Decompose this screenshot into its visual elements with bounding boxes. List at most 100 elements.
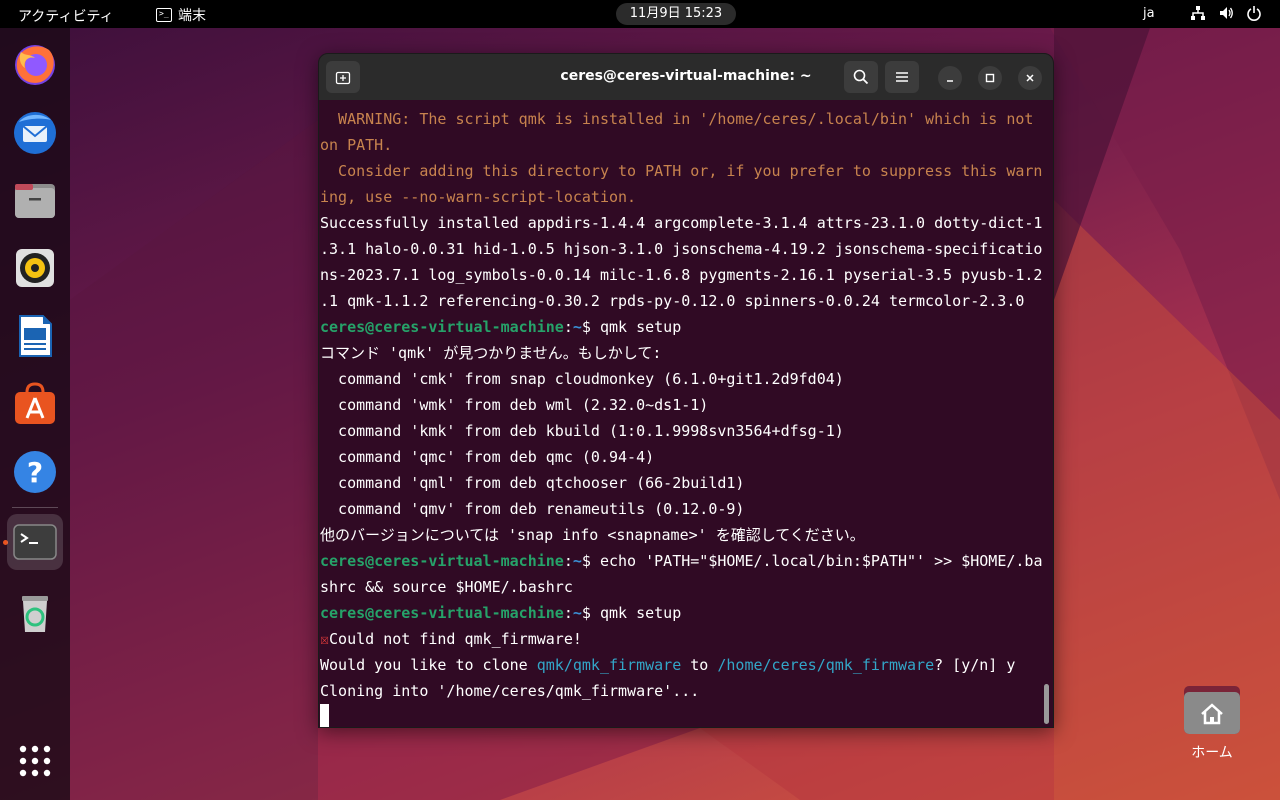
- terminal-scrollbar[interactable]: [1044, 684, 1049, 724]
- terminal-icon: [13, 524, 57, 560]
- command-text: echo 'PATH="$HOME/.local/bin:$PATH"' >> …: [599, 552, 1043, 570]
- terminal-line: on PATH.: [320, 136, 393, 154]
- dock-item-help[interactable]: ?: [7, 444, 63, 500]
- prompt-separator: :: [563, 552, 573, 570]
- terminal-line: command 'qmv' from deb renameutils (0.12…: [320, 500, 745, 518]
- new-tab-icon: [335, 71, 351, 85]
- command-text: qmk setup: [599, 604, 682, 622]
- close-icon: [1026, 74, 1034, 82]
- terminal-line: WARNING: The script qmk is installed in …: [320, 110, 1034, 128]
- minimize-icon: [947, 80, 953, 82]
- prompt-user: ceres@ceres-virtual-machine: [320, 604, 564, 622]
- desktop-home-folder[interactable]: ホーム: [1172, 680, 1252, 762]
- text-cursor: [320, 704, 329, 727]
- clone-text: Would you like to clone: [320, 656, 537, 674]
- prompt-path: ~: [572, 604, 582, 622]
- clone-text: to: [681, 656, 718, 674]
- error-text: Could not find qmk_firmware!: [329, 630, 582, 648]
- error-line: ☒Could not find qmk_firmware!: [320, 626, 1044, 652]
- hamburger-menu-icon: [896, 72, 908, 82]
- dock-item-thunderbird[interactable]: [7, 104, 63, 160]
- terminal-line: command 'wmk' from deb wml (2.32.0~ds1-1…: [320, 396, 709, 414]
- command-text: qmk setup: [599, 318, 682, 336]
- home-folder-icon: [1184, 680, 1240, 736]
- terminal-line: command 'qml' from deb qtchooser (66-2bu…: [320, 474, 745, 492]
- thunderbird-icon: [14, 112, 56, 154]
- terminal-line: Successfully installed appdirs-1.4.4 arg…: [320, 214, 1043, 232]
- app-center-icon: [15, 382, 55, 424]
- terminal-window[interactable]: ceres@ceres-virtual-machine: ~ WARNING: …: [318, 53, 1054, 728]
- minimize-button[interactable]: [938, 66, 962, 90]
- power-icon: [1247, 6, 1261, 21]
- system-tray[interactable]: [1190, 5, 1262, 21]
- terminal-line: 他のバージョンについては 'snap info <snapname>' を確認し…: [320, 526, 865, 544]
- prompt-separator: :: [563, 318, 573, 336]
- rhythmbox-icon: [16, 249, 54, 287]
- terminal-mini-icon: >_: [156, 8, 172, 22]
- terminal-line: Cloning into '/home/ceres/qmk_firmware'.…: [320, 682, 700, 700]
- new-tab-button[interactable]: [326, 61, 360, 93]
- help-icon: ?: [14, 451, 56, 493]
- dock-item-trash[interactable]: [7, 584, 63, 640]
- terminal-line: .3.1 halo-0.0.31 hid-1.0.5 hjson-3.1.0 j…: [320, 240, 1043, 258]
- search-icon: [853, 69, 869, 85]
- terminal-line: Consider adding this directory to PATH o…: [320, 162, 1043, 180]
- clone-text: ? [y/n] y: [934, 656, 1016, 674]
- prompt-dollar: $: [581, 604, 600, 622]
- terminal-line: .1 qmk-1.1.2 referencing-0.30.2 rpds-py-…: [320, 292, 1025, 310]
- dock-item-files[interactable]: [7, 172, 63, 228]
- dock-item-app-center[interactable]: [7, 376, 63, 432]
- prompt-line: ceres@ceres-virtual-machine:~$ qmk setup: [320, 600, 1044, 626]
- prompt-line: ceres@ceres-virtual-machine:~$ echo 'PAT…: [320, 548, 1044, 574]
- clock-button[interactable]: 11月9日 15:23: [616, 3, 736, 25]
- prompt-path: ~: [572, 318, 582, 336]
- trash-icon: [22, 596, 48, 632]
- search-button[interactable]: [844, 61, 878, 93]
- firefox-icon: [15, 45, 55, 85]
- app-menu[interactable]: >_ 端末: [156, 5, 206, 25]
- terminal-titlebar[interactable]: ceres@ceres-virtual-machine: ~: [319, 54, 1053, 100]
- repo-link[interactable]: qmk/qmk_firmware: [537, 656, 682, 674]
- prompt-dollar: $: [581, 552, 600, 570]
- terminal-line: command 'kmk' from deb kbuild (1:0.1.999…: [320, 422, 844, 440]
- volume-icon: [1220, 7, 1233, 19]
- network-icon: [1191, 6, 1205, 20]
- terminal-line: ing, use --no-warn-script-location.: [320, 188, 637, 206]
- prompt-user: ceres@ceres-virtual-machine: [320, 552, 564, 570]
- terminal-line: コマンド 'qmk' が見つかりません。もしかして:: [320, 344, 662, 362]
- close-button[interactable]: [1018, 66, 1042, 90]
- prompt-line: ceres@ceres-virtual-machine:~$ qmk setup: [320, 314, 1044, 340]
- app-menu-label: 端末: [178, 8, 206, 24]
- home-folder-label: ホーム: [1191, 745, 1233, 761]
- path-link[interactable]: /home/ceres/qmk_firmware: [717, 656, 934, 674]
- terminal-line: command 'cmk' from snap cloudmonkey (6.1…: [320, 370, 844, 388]
- prompt-separator: :: [563, 604, 573, 622]
- terminal-output[interactable]: WARNING: The script qmk is installed in …: [320, 106, 1044, 727]
- maximize-button[interactable]: [978, 66, 1002, 90]
- terminal-line: command 'qmc' from deb qmc (0.94-4): [320, 448, 655, 466]
- top-bar: アクティビティ >_ 端末 11月9日 15:23 ja: [0, 0, 1280, 28]
- maximize-icon: [985, 73, 995, 83]
- terminal-line: shrc && source $HOME/.bashrc: [320, 578, 573, 596]
- show-apps-button[interactable]: [7, 733, 63, 789]
- error-mark-icon: ☒: [320, 630, 330, 648]
- input-line[interactable]: [320, 704, 1044, 727]
- dock-item-terminal[interactable]: [7, 514, 63, 570]
- dock: ?: [0, 28, 70, 800]
- terminal-line: ns-2023.7.1 log_symbols-0.0.14 milc-1.6.…: [320, 266, 1043, 284]
- activities-button[interactable]: アクティビティ: [18, 6, 114, 26]
- menu-button[interactable]: [885, 61, 919, 93]
- libreoffice-writer-icon: [19, 315, 52, 357]
- dock-item-writer[interactable]: [7, 308, 63, 364]
- prompt-path: ~: [572, 552, 582, 570]
- prompt-user: ceres@ceres-virtual-machine: [320, 318, 564, 336]
- app-grid-icon: [19, 745, 51, 777]
- prompt-dollar: $: [581, 318, 600, 336]
- dock-separator: [12, 507, 58, 508]
- dock-item-rhythmbox[interactable]: [7, 240, 63, 296]
- clone-prompt-line: Would you like to clone qmk/qmk_firmware…: [320, 652, 1044, 678]
- files-icon: [15, 184, 55, 218]
- dock-item-firefox[interactable]: [7, 36, 63, 92]
- input-method-indicator[interactable]: ja: [1143, 6, 1155, 21]
- svg-text:?: ?: [27, 456, 43, 489]
